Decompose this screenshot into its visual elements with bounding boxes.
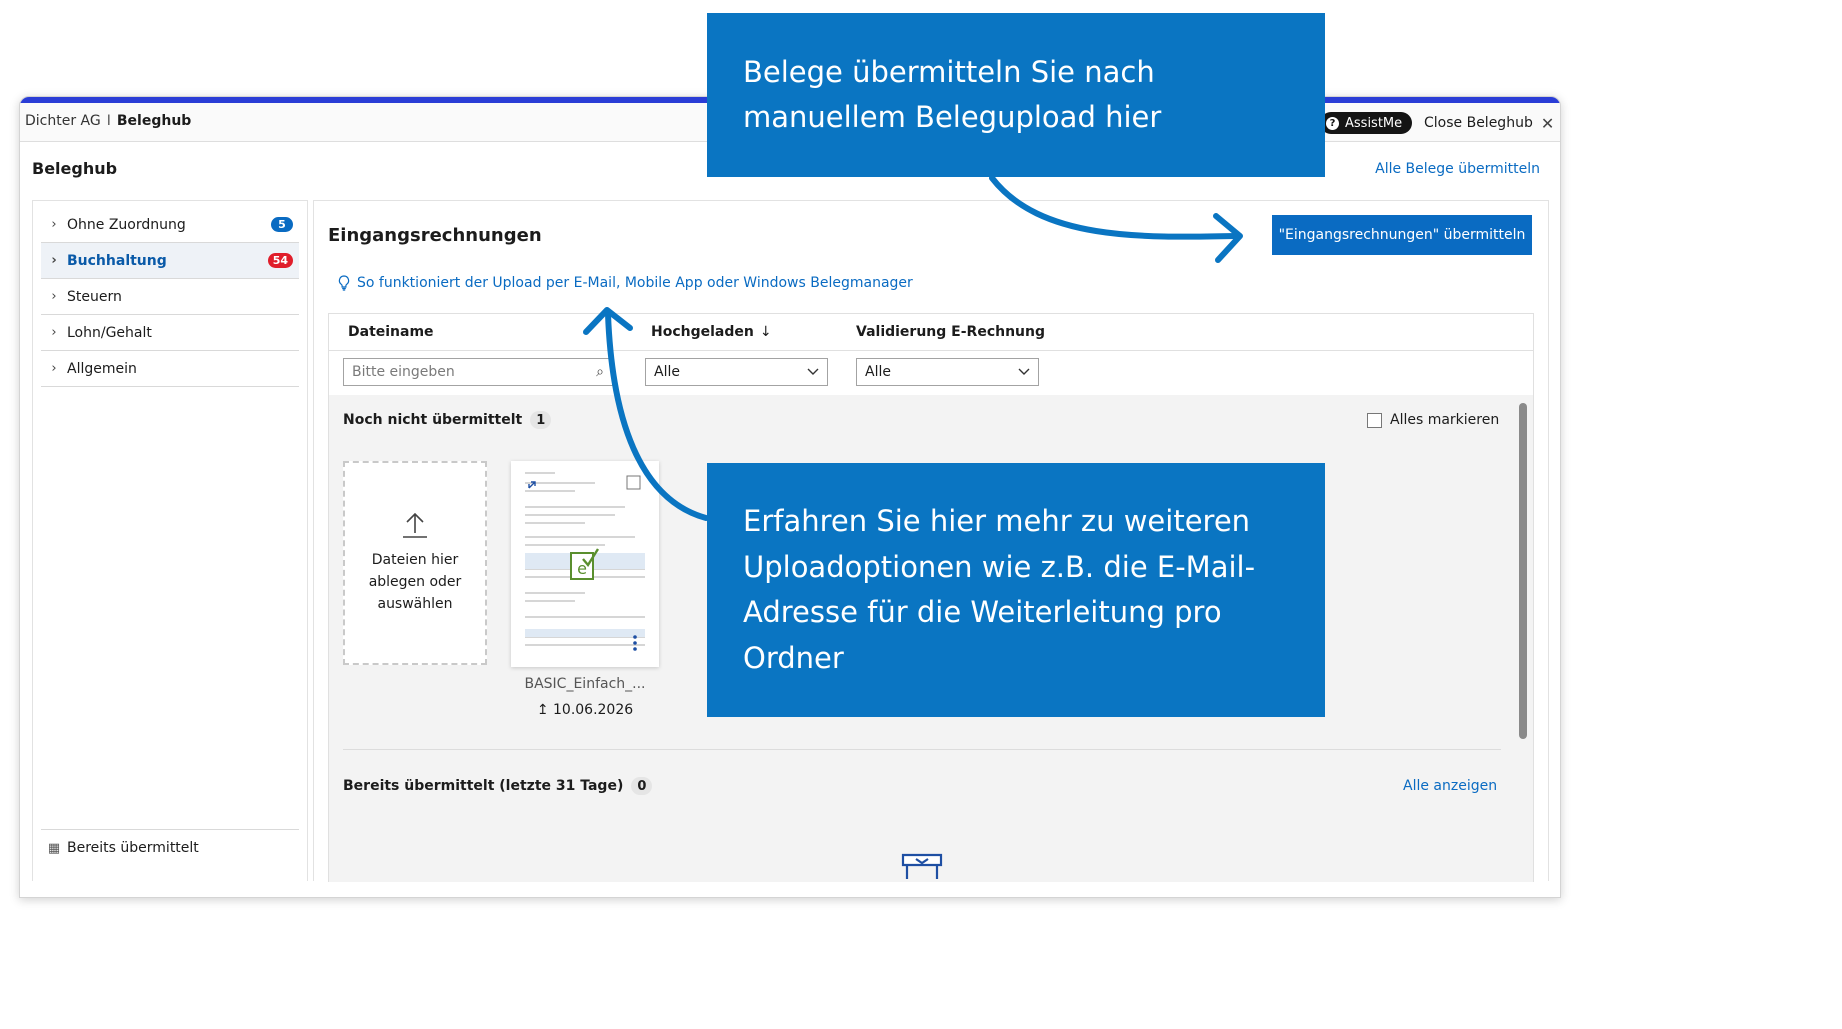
assistme-button[interactable]: ? AssistMe (1320, 112, 1413, 134)
chevron-right-icon: › (51, 325, 57, 340)
submit-all-link[interactable]: Alle Belege übermitteln (1375, 161, 1540, 177)
e-invoice-check-icon: e (570, 548, 600, 580)
breadcrumb: Dichter AG I Beleghub (25, 113, 191, 129)
assistme-label: AssistMe (1345, 115, 1403, 131)
scrollbar[interactable] (1519, 403, 1527, 739)
count-badge: 54 (267, 253, 293, 268)
chevron-right-icon: › (51, 217, 57, 232)
pending-group-header: Noch nicht übermittelt 1 (343, 411, 552, 429)
close-icon: ✕ (1540, 113, 1555, 133)
chevron-down-icon (1018, 368, 1030, 375)
show-all-link[interactable]: Alle anzeigen (1403, 778, 1497, 794)
callout-submit-info: Belege übermitteln Sie nach manuellem Be… (707, 13, 1325, 177)
document-date-value: 10.06.2026 (553, 702, 634, 718)
breadcrumb-current: Beleghub (116, 113, 192, 129)
document-date: ↥ 10.06.2026 (511, 702, 659, 718)
close-beleghub-label: Close Beleghub (1424, 115, 1533, 131)
lightbulb-icon (338, 275, 350, 291)
column-hochgeladen[interactable]: Hochgeladen ↓ (651, 324, 772, 340)
sidebar-item-bereits-uebermittelt[interactable]: ▦ Bereits übermittelt (41, 829, 299, 866)
uploaded-filter-select[interactable]: Alle (645, 358, 828, 386)
submit-eingangsrechnungen-button[interactable]: "Eingangsrechnungen" übermitteln (1272, 215, 1532, 255)
submitted-group-header: Bereits übermittelt (letzte 31 Tage) 0 (343, 777, 653, 795)
sidebar: › Ohne Zuordnung 5 › Buchhaltung 54 › St… (32, 200, 308, 881)
archive-box-icon (901, 853, 943, 883)
chevron-right-icon: › (51, 253, 57, 268)
mark-all-label: Alles markieren (1390, 412, 1500, 428)
upload-icon (403, 512, 427, 538)
sidebar-item-buchhaltung[interactable]: › Buchhaltung 54 (41, 243, 299, 279)
section-title: Eingangsrechnungen (328, 225, 542, 246)
filename-search-input[interactable]: Bitte eingeben ⌕ (343, 358, 613, 386)
sidebar-item-allgemein[interactable]: › Allgemein (41, 351, 299, 387)
chevron-right-icon: › (51, 289, 57, 304)
pending-count: 1 (530, 411, 552, 429)
upload-help-link[interactable]: So funktioniert der Upload per E-Mail, M… (338, 275, 913, 291)
upload-dropzone[interactable]: Dateien hier ablegen oder auswählen (343, 461, 487, 665)
section-divider (343, 749, 1501, 750)
sidebar-item-label: Steuern (67, 288, 122, 305)
sidebar-item-lohn-gehalt[interactable]: › Lohn/Gehalt (41, 315, 299, 351)
document-card[interactable]: e (511, 461, 659, 667)
validation-filter-value: Alle (865, 364, 891, 380)
breadcrumb-company[interactable]: Dichter AG (25, 113, 101, 129)
upload-help-label: So funktioniert der Upload per E-Mail, M… (357, 275, 913, 291)
sidebar-item-label: Ohne Zuordnung (67, 216, 186, 233)
sidebar-item-label: Bereits übermittelt (67, 840, 199, 856)
table-icon: ▦ (47, 840, 61, 856)
chevron-right-icon: › (51, 361, 57, 376)
pending-title: Noch nicht übermittelt (343, 412, 523, 428)
column-validierung[interactable]: Validierung E-Rechnung (856, 324, 1045, 340)
filter-row: Bitte eingeben ⌕ Alle Alle (329, 350, 1533, 396)
arrow-down-icon: ↓ (759, 324, 772, 340)
chevron-down-icon (807, 368, 819, 375)
question-icon: ? (1326, 116, 1339, 130)
validation-filter-select[interactable]: Alle (856, 358, 1039, 386)
document-thumbnail: e (521, 469, 649, 657)
sidebar-item-label: Buchhaltung (67, 252, 167, 269)
count-badge: 5 (271, 217, 293, 232)
close-beleghub-button[interactable]: Close Beleghub ✕ (1416, 110, 1560, 136)
document-name[interactable]: BASIC_Einfach_... (511, 676, 659, 692)
page-title: Beleghub (32, 159, 118, 178)
search-icon: ⌕ (596, 364, 604, 380)
dropzone-text: Dateien hier ablegen oder auswählen (368, 552, 462, 612)
mark-all-checkbox[interactable]: Alles markieren (1367, 412, 1499, 428)
submitted-count: 0 (631, 777, 653, 795)
sidebar-item-steuern[interactable]: › Steuern (41, 279, 299, 315)
uploaded-filter-value: Alle (654, 364, 680, 380)
column-hochgeladen-label: Hochgeladen (651, 324, 754, 340)
upload-arrow-icon: ↥ (536, 702, 549, 718)
filename-search-placeholder: Bitte eingeben (352, 364, 455, 380)
column-dateiname[interactable]: Dateiname (348, 324, 434, 340)
submitted-title: Bereits übermittelt (letzte 31 Tage) (343, 778, 624, 794)
sidebar-item-label: Lohn/Gehalt (67, 324, 152, 341)
sidebar-item-ohne-zuordnung[interactable]: › Ohne Zuordnung 5 (41, 207, 299, 243)
breadcrumb-separator: I (106, 113, 111, 129)
checkbox-icon (1367, 412, 1382, 428)
callout-upload-info: Erfahren Sie hier mehr zu weiteren Uploa… (707, 463, 1325, 717)
sidebar-item-label: Allgemein (67, 360, 137, 377)
